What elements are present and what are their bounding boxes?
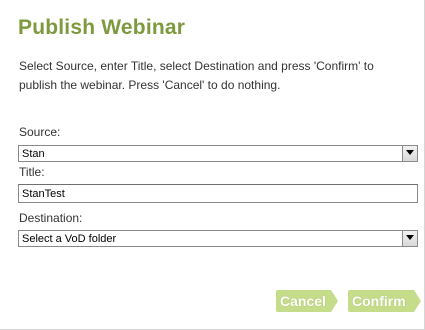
source-dropdown-button[interactable] (402, 146, 417, 161)
cancel-button-label: Cancel (276, 290, 331, 312)
source-selected-value: Stan (22, 148, 45, 160)
source-select[interactable]: Stan (18, 145, 418, 162)
dialog-title: Publish Webinar (18, 16, 186, 39)
confirm-button-arrow (414, 290, 421, 312)
destination-select[interactable]: Select a VoD folder (18, 230, 418, 247)
confirm-button-label: Confirm (348, 290, 414, 312)
dialog-instructions: Select Source, enter Title, select Desti… (19, 59, 374, 92)
chevron-down-icon (406, 150, 414, 155)
title-input-value: StanTest (22, 188, 65, 200)
cancel-button-arrow (331, 290, 338, 312)
chevron-down-icon (406, 235, 414, 240)
destination-selected-value: Select a VoD folder (22, 233, 117, 245)
destination-dropdown-button[interactable] (402, 231, 417, 246)
destination-label: Destination: (19, 211, 83, 225)
title-label: Title: (19, 165, 45, 179)
publish-webinar-dialog: Publish Webinar Select Source, enter Tit… (0, 0, 425, 330)
title-input[interactable]: StanTest (18, 184, 418, 203)
source-label: Source: (19, 125, 61, 139)
